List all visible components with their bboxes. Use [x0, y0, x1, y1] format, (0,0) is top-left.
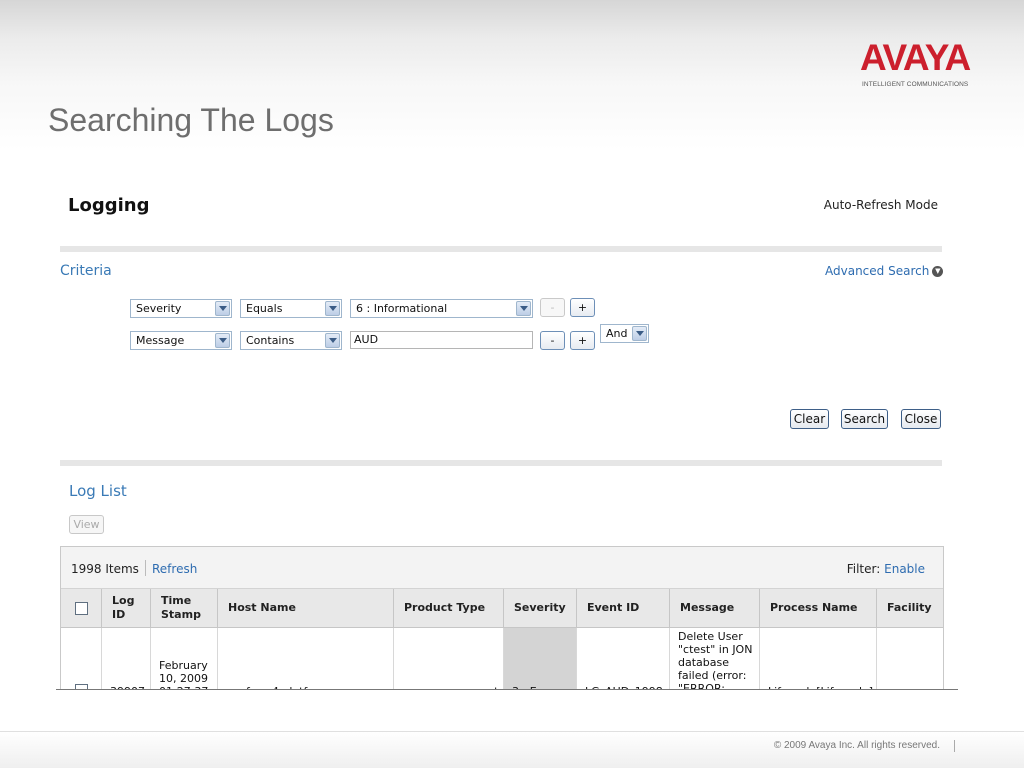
cell-host-name: ncufurm4.platform.avaya.com	[218, 628, 394, 690]
select-value: And	[606, 327, 628, 340]
filter-control: Filter: Enable	[847, 562, 925, 576]
dropdown-arrow-icon[interactable]	[516, 301, 531, 316]
criteria-title: Criteria	[60, 263, 112, 279]
column-header-host-name[interactable]: Host Name	[218, 589, 394, 628]
criteria-field-select-2[interactable]: Message	[130, 331, 232, 350]
column-header-process-name[interactable]: Process Name	[760, 589, 877, 628]
avaya-logo: AVAYA INTELLIGENT COMMUNICATIONS	[860, 38, 978, 94]
add-criteria-button-2[interactable]: +	[570, 331, 595, 350]
dropdown-arrow-icon[interactable]	[325, 333, 340, 348]
select-value: Severity	[136, 302, 182, 315]
criteria-field-select-1[interactable]: Severity	[130, 299, 232, 318]
row-select-cell	[61, 628, 102, 690]
footer-separator	[954, 740, 955, 752]
section-divider	[60, 246, 942, 252]
clear-button[interactable]: Clear	[790, 409, 829, 429]
filter-enable-link[interactable]: Enable	[884, 562, 925, 576]
column-header-product-type[interactable]: Product Type	[394, 589, 504, 628]
select-all-column	[61, 589, 102, 628]
remove-criteria-button-1[interactable]: -	[540, 298, 565, 317]
cell-facility	[877, 628, 943, 690]
cell-message: Delete User "ctest" in JON database fail…	[670, 628, 760, 690]
log-list-title: Log List	[69, 482, 127, 500]
slide-footer: © 2009 Avaya Inc. All rights reserved.	[0, 732, 1024, 768]
view-button[interactable]: View	[69, 515, 104, 534]
cell-event-id: LG_AUD_1998	[577, 628, 670, 690]
section-divider	[60, 460, 942, 466]
column-header-message[interactable]: Message	[670, 589, 760, 628]
slide-title: Searching The Logs	[48, 102, 334, 138]
column-header-facility[interactable]: Facility	[877, 589, 943, 628]
select-value: Equals	[246, 302, 283, 315]
logging-screen: Logging Auto-Refresh Mode Criteria Advan…	[0, 160, 1024, 690]
copyright-text: © 2009 Avaya Inc. All rights reserved.	[773, 740, 940, 751]
add-criteria-button-1[interactable]: +	[570, 298, 595, 317]
column-header-severity[interactable]: Severity	[504, 589, 577, 628]
page-title: Logging	[68, 195, 150, 216]
select-value: 6 : Informational	[356, 302, 448, 315]
item-count: 1998 Items	[71, 562, 139, 576]
dropdown-arrow-icon[interactable]	[215, 301, 230, 316]
screenshot-bottom-edge	[56, 689, 958, 690]
dropdown-arrow-icon[interactable]	[325, 301, 340, 316]
chevron-down-icon[interactable]: ▼	[932, 266, 944, 277]
column-header-log-id[interactable]: Log ID	[102, 589, 151, 628]
logo-tagline: INTELLIGENT COMMUNICATIONS	[862, 81, 969, 88]
select-value: Message	[136, 334, 185, 347]
auto-refresh-mode-link[interactable]: Auto-Refresh Mode	[824, 198, 938, 212]
close-button[interactable]: Close	[901, 409, 941, 429]
toolbar-separator	[145, 560, 146, 576]
log-list-toolbar: 1998 Items Refresh Filter: Enable	[61, 547, 943, 589]
filter-label: Filter:	[846, 562, 881, 576]
advanced-search-label: Advanced Search	[825, 264, 930, 278]
table-header: Log ID Time Stamp Host Name Product Type…	[61, 589, 943, 628]
criteria-value-select-1[interactable]: 6 : Informational	[350, 299, 533, 318]
dropdown-arrow-icon[interactable]	[215, 333, 230, 348]
cell-time-stamp: February 10, 2009 01:27:37	[151, 628, 218, 690]
refresh-link[interactable]: Refresh	[152, 562, 197, 576]
criteria-operator-select-2[interactable]: Contains	[240, 331, 342, 350]
remove-criteria-button-2[interactable]: -	[540, 331, 565, 350]
select-all-checkbox[interactable]	[75, 602, 88, 615]
logo-wordmark: AVAYA	[860, 37, 971, 78]
cell-log-id: 39907	[102, 628, 151, 690]
criteria-operator-select-1[interactable]: Equals	[240, 299, 342, 318]
search-button[interactable]: Search	[841, 409, 888, 429]
cell-product-type: com.avaya.mgmt	[394, 628, 504, 690]
column-header-event-id[interactable]: Event ID	[577, 589, 670, 628]
column-header-time-stamp[interactable]: Time Stamp	[151, 589, 218, 628]
select-value: Contains	[246, 334, 295, 347]
dropdown-arrow-icon[interactable]	[632, 326, 647, 341]
log-list-panel: 1998 Items Refresh Filter: Enable Log ID…	[60, 546, 944, 690]
table-row[interactable]: 39907 February 10, 2009 01:27:37 ncufurm…	[61, 628, 943, 690]
conjunction-select[interactable]: And	[600, 324, 649, 343]
cell-severity: 3 : Error	[504, 628, 577, 690]
cell-process-name: Lifecycle[Lifecycle]	[760, 628, 877, 690]
criteria-value-input-2[interactable]: AUD	[350, 331, 533, 349]
advanced-search-link[interactable]: Advanced Search ▼	[825, 264, 944, 278]
